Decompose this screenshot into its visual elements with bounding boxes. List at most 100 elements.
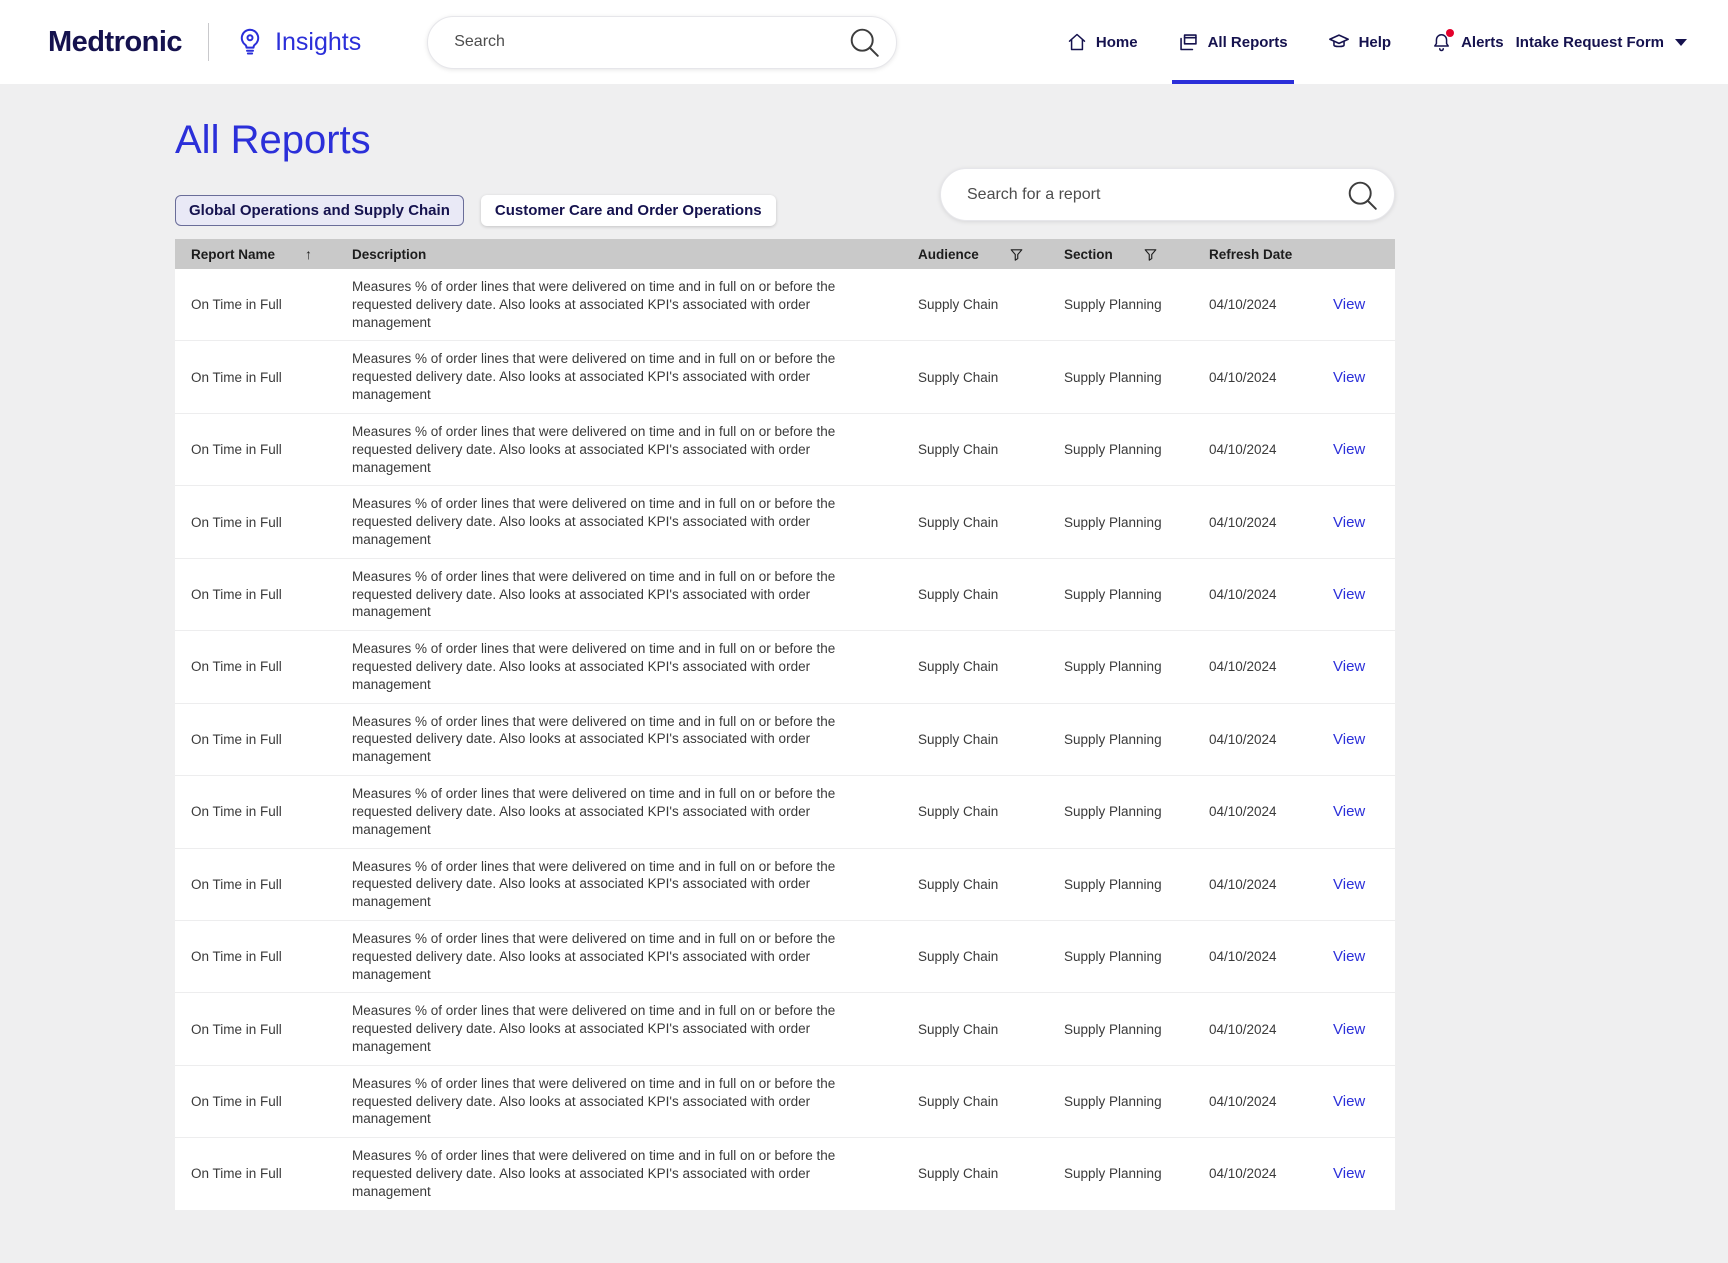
table-row: On Time in Full Measures % of order line… [175, 704, 1395, 777]
view-report-link[interactable]: View [1333, 369, 1365, 386]
view-report-link[interactable]: View [1333, 1021, 1365, 1038]
chevron-down-icon [1674, 34, 1688, 51]
report-description-cell: Measures % of order lines that were deli… [352, 351, 836, 403]
table-row: On Time in Full Measures % of order line… [175, 849, 1395, 921]
section-cell: Supply Planning [1064, 442, 1162, 458]
audience-cell: Supply Chain [918, 949, 999, 965]
view-report-link[interactable]: View [1333, 1093, 1365, 1110]
graduation-cap-icon [1328, 31, 1350, 53]
section-cell: Supply Planning [1064, 514, 1162, 530]
lightbulb-icon [235, 27, 265, 57]
nav-item-home[interactable]: Home [1067, 0, 1138, 84]
view-report-link[interactable]: View [1333, 803, 1365, 820]
global-search [427, 15, 898, 69]
intake-request-form-dropdown[interactable]: Intake Request Form [1516, 34, 1688, 51]
audience-cell: Supply Chain [918, 731, 999, 747]
report-name-cell: On Time in Full [191, 659, 282, 675]
audience-cell: Supply Chain [918, 876, 999, 892]
section-cell: Supply Planning [1064, 297, 1162, 313]
section-cell: Supply Planning [1064, 876, 1162, 892]
page-title: All Reports [175, 118, 371, 162]
section-cell: Supply Planning [1064, 804, 1162, 820]
report-description-cell: Measures % of order lines that were deli… [352, 858, 836, 910]
view-report-link[interactable]: View [1333, 441, 1365, 458]
reports-icon [1178, 32, 1199, 53]
filter-funnel-icon[interactable] [1143, 247, 1158, 262]
audience-cell: Supply Chain [918, 586, 999, 602]
nav-item-alerts[interactable]: Alerts [1431, 0, 1504, 84]
report-name-cell: On Time in Full [191, 514, 282, 530]
search-icon[interactable] [842, 20, 886, 64]
bell-icon [1431, 28, 1455, 53]
tab-customer-care-order-operations[interactable]: Customer Care and Order Operations [480, 195, 776, 226]
sort-arrow-up-icon[interactable]: ↑ [305, 246, 312, 262]
main-content: All Reports Global Operations and Supply… [175, 84, 1395, 1210]
refresh-date-cell: 04/10/2024 [1209, 731, 1277, 747]
brand-divider [208, 23, 210, 61]
report-description-cell: Measures % of order lines that were deli… [352, 1148, 836, 1199]
table-row: On Time in Full Measures % of order line… [175, 486, 1395, 559]
table-row: On Time in Full Measures % of order line… [175, 414, 1395, 487]
audience-cell: Supply Chain [918, 1021, 999, 1037]
filter-funnel-icon[interactable] [1009, 247, 1024, 262]
report-name-cell: On Time in Full [191, 1021, 282, 1037]
report-description-cell: Measures % of order lines that were deli… [352, 279, 836, 330]
column-audience: Audience [902, 247, 1048, 262]
report-description-cell: Measures % of order lines that were deli… [352, 1075, 836, 1127]
section-cell: Supply Planning [1064, 369, 1162, 385]
report-name-cell: On Time in Full [191, 949, 282, 965]
section-cell: Supply Planning [1064, 1166, 1162, 1182]
report-description-cell: Measures % of order lines that were deli… [352, 496, 836, 547]
view-report-link[interactable]: View [1333, 731, 1365, 748]
tab-global-operations-supply-chain[interactable]: Global Operations and Supply Chain [175, 195, 464, 226]
refresh-date-cell: 04/10/2024 [1209, 514, 1277, 530]
view-report-link[interactable]: View [1333, 876, 1365, 893]
nav-item-all-reports[interactable]: All Reports [1171, 0, 1294, 84]
section-cell: Supply Planning [1064, 731, 1162, 747]
table-row: On Time in Full Measures % of order line… [175, 1066, 1395, 1139]
report-description-cell: Measures % of order lines that were deli… [352, 568, 836, 620]
table-header-row: Report Name ↑ Description Audience Secti… [175, 239, 1395, 269]
view-report-link[interactable]: View [1333, 586, 1365, 603]
report-search-input[interactable] [967, 185, 1340, 204]
refresh-date-cell: 04/10/2024 [1209, 876, 1277, 892]
audience-cell: Supply Chain [918, 514, 999, 530]
nav-label: Alerts [1461, 33, 1504, 51]
column-report-name: Report Name ↑ [191, 246, 313, 262]
audience-cell: Supply Chain [918, 442, 999, 458]
report-name-cell: On Time in Full [191, 442, 282, 458]
table-row: On Time in Full Measures % of order line… [175, 921, 1395, 994]
report-name-cell: On Time in Full [191, 876, 282, 892]
report-description-cell: Measures % of order lines that were deli… [352, 713, 836, 765]
refresh-date-cell: 04/10/2024 [1209, 659, 1277, 675]
table-row: On Time in Full Measures % of order line… [175, 993, 1395, 1066]
top-header: Medtronic Insights Search Home All Repor… [0, 0, 1728, 84]
report-description-cell: Measures % of order lines that were deli… [352, 641, 836, 692]
column-refresh-date: Refresh Date [1209, 246, 1293, 262]
column-section: Section [1048, 247, 1193, 262]
view-report-link[interactable]: View [1333, 1165, 1365, 1182]
global-search-input[interactable] [454, 33, 843, 51]
report-name-cell: On Time in Full [191, 1166, 282, 1182]
reports-table: Report Name ↑ Description Audience Secti… [175, 239, 1395, 1210]
report-name-cell: On Time in Full [191, 1094, 282, 1110]
view-report-link[interactable]: View [1333, 514, 1365, 531]
view-report-link[interactable]: View [1333, 296, 1365, 313]
table-row: On Time in Full Measures % of order line… [175, 1138, 1395, 1209]
view-report-link[interactable]: View [1333, 948, 1365, 965]
refresh-date-cell: 04/10/2024 [1209, 1094, 1277, 1110]
section-cell: Supply Planning [1064, 949, 1162, 965]
report-name-cell: On Time in Full [191, 586, 282, 602]
table-row: On Time in Full Measures % of order line… [175, 631, 1395, 704]
refresh-date-cell: 04/10/2024 [1209, 369, 1277, 385]
report-search-icon[interactable] [1340, 173, 1384, 217]
app-name: Insights [275, 27, 362, 56]
audience-cell: Supply Chain [918, 659, 999, 675]
audience-cell: Supply Chain [918, 369, 999, 385]
nav-item-help[interactable]: Help [1328, 0, 1391, 84]
section-cell: Supply Planning [1064, 659, 1162, 675]
audience-cell: Supply Chain [918, 1166, 999, 1182]
table-row: On Time in Full Measures % of order line… [175, 559, 1395, 632]
view-report-link[interactable]: View [1333, 658, 1365, 675]
report-description-cell: Measures % of order lines that were deli… [352, 930, 836, 982]
